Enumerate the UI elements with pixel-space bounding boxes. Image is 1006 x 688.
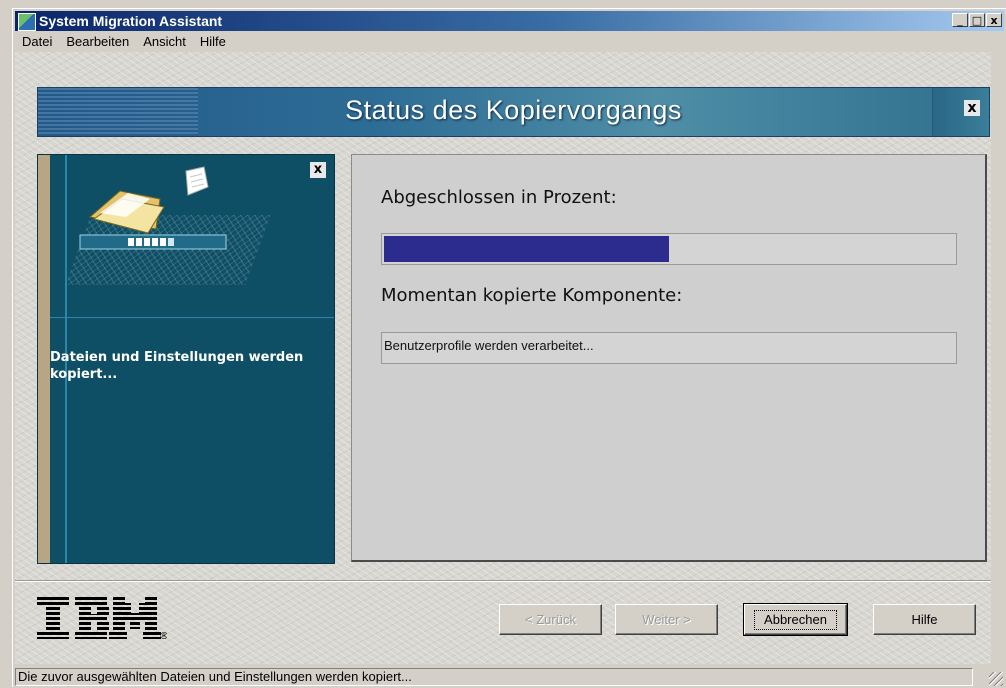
folder-icon [79,190,227,250]
window-controls: _ □ x [951,13,1002,27]
banner-close-icon[interactable]: x [964,100,980,116]
separator [15,580,991,582]
component-label: Momentan kopierte Komponente: [381,285,683,306]
menu-datei[interactable]: Datei [15,33,59,51]
progress-bar [381,233,957,265]
minimize-button[interactable]: _ [952,13,968,27]
app-icon [18,13,36,31]
menu-ansicht[interactable]: Ansicht [136,33,193,51]
ibm-logo: ® [37,597,167,639]
banner: Status des Kopiervorgangs x [37,87,990,137]
close-window-button[interactable]: x [986,13,1002,27]
panel-caption: Dateien und Einstellungen werden kopiert… [50,350,304,382]
window-title: System Migration Assistant [39,13,223,29]
registered-mark: ® [159,631,167,639]
client-area: Status des Kopiervorgangs x x Dateien un… [15,52,991,664]
resize-grip-icon[interactable] [989,672,1003,686]
application-window: System Migration Assistant _ □ x Datei B… [12,8,1006,688]
cancel-button-label: Abbrechen [754,610,837,630]
progress-fill [384,236,669,262]
panel-divider-horizontal [50,317,334,318]
cancel-button[interactable]: Abbrechen [743,603,848,636]
maximize-button[interactable]: □ [969,13,985,27]
status-panel: Abgeschlossen in Prozent: Momentan kopie… [351,154,987,562]
banner-title: Status des Kopiervorgangs [345,95,682,125]
menu-hilfe[interactable]: Hilfe [193,33,233,51]
title-bar[interactable]: System Migration Assistant _ □ x [15,11,1004,31]
left-info-panel: x Dateien und Einstellungen werden kopie… [37,154,335,564]
component-field: Benutzerprofile werden verarbeitet... [381,332,957,364]
panel-close-icon[interactable]: x [310,162,326,178]
next-button[interactable]: Weiter > [615,604,718,635]
menu-bearbeiten[interactable]: Bearbeiten [59,33,136,51]
status-text: Die zuvor ausgewählten Dateien und Einst… [15,668,973,686]
panel-accent-strip [38,155,50,563]
back-button[interactable]: < Zurück [499,604,602,635]
menu-bar: Datei Bearbeiten Ansicht Hilfe [15,33,233,51]
status-bar: Die zuvor ausgewählten Dateien und Einst… [13,666,1006,688]
document-icon [185,166,209,196]
percent-label: Abgeschlossen in Prozent: [381,187,617,208]
help-button[interactable]: Hilfe [873,604,976,635]
banner-close-area: x [932,88,989,136]
